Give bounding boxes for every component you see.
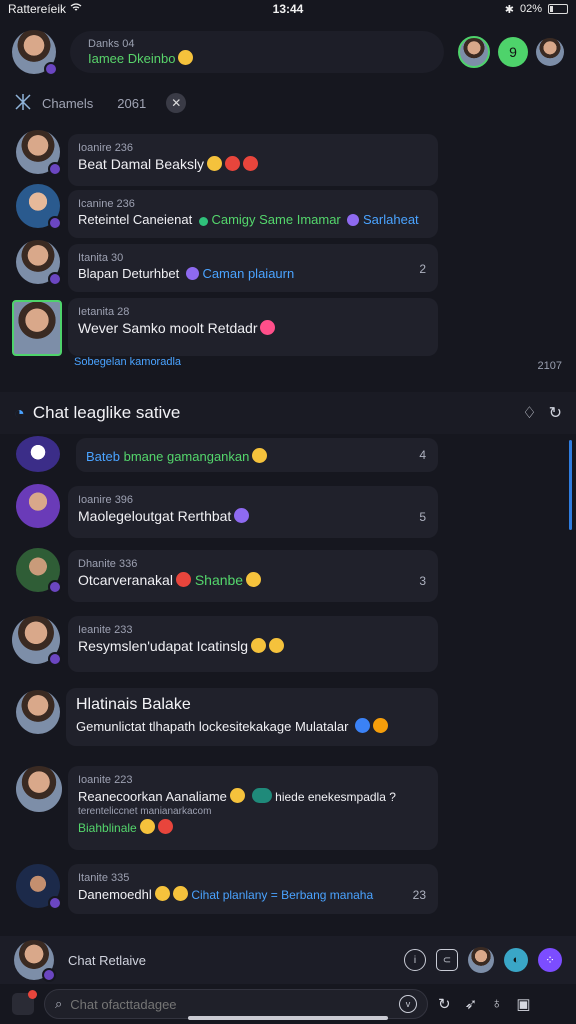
mic-icon[interactable]: ♁ [491, 995, 502, 1013]
call-icon[interactable]: ◐ [504, 948, 528, 972]
count-chip[interactable]: 9 [498, 37, 528, 67]
message-bubble[interactable]: Itanita 30 Blapan Deturhbet Caman plaiau… [68, 244, 438, 292]
avatar[interactable] [12, 30, 58, 76]
message-bubble[interactable]: Hlatinais Balake Gemunlictat tlhapath lo… [66, 688, 438, 746]
unread-count: 5 [419, 510, 426, 524]
overflow-note: Sobegelan kamoradla [74, 356, 182, 368]
channels-row: Chamels 2061 ✕ [0, 88, 576, 118]
app-icon[interactable] [12, 990, 37, 1015]
message-text: Otcarveranakal Shanbe [78, 572, 428, 588]
profile-avatar[interactable] [468, 947, 494, 973]
group-avatar[interactable] [458, 36, 490, 68]
wifi-icon [70, 2, 82, 16]
message-bubble[interactable]: Ietanita 28 Wever Samko moolt Retdadr [68, 298, 438, 356]
avatar [12, 616, 62, 666]
message-bubble[interactable]: Ioanite 223 Reanecoorkan Aanaliame hiede… [68, 766, 438, 850]
contact-status: Iamee Dkeinbo [88, 50, 426, 66]
section-title: Chat leaglike sative [32, 403, 181, 422]
pin-icon[interactable]: ♢ [522, 403, 536, 423]
message-text: Reanecoorkan Aanaliame hiede enekesmpadl… [78, 788, 396, 804]
search-icon: ⌕ [55, 996, 63, 1011]
avatar [16, 240, 62, 286]
avatar [16, 484, 60, 528]
unread-count: 2 [419, 262, 426, 276]
bottom-bar: Chat Retlaive i ⊂ ◐ ⁘ [0, 936, 576, 984]
bluetooth-icon: ✱ [504, 3, 514, 16]
message-meta: Ioanire 396 [78, 494, 134, 506]
smile-emoji-icon [178, 50, 194, 65]
close-icon[interactable]: ✕ [166, 93, 187, 113]
message-text: Blapan Deturhbet Caman plaiaurn [78, 266, 295, 281]
contact-pill[interactable]: Danks 04 Iamee Dkeinbo [70, 31, 444, 73]
channels-label: Chamels [42, 95, 94, 111]
message-meta: Ioanire 236 [78, 142, 134, 154]
message-meta: Icanine 236 [78, 198, 135, 210]
info-icon[interactable]: i [404, 949, 426, 971]
avatar [16, 548, 62, 594]
message-meta: Ieanite 233 [78, 624, 133, 636]
message-bubble[interactable]: Bateb bmane gamangankan [76, 438, 438, 472]
carrier-label: Rattereíeik [8, 2, 67, 16]
avatar [12, 300, 62, 356]
message-meta: Ietanita 28 [78, 306, 130, 318]
message-meta: terenteliccnet manianarkacom [78, 806, 212, 817]
calendar-icon[interactable]: ▣ [516, 995, 530, 1013]
bottom-label: Chat Retlaive [68, 952, 147, 968]
channels-count: 2061 [117, 95, 147, 111]
avatar [16, 766, 62, 812]
battery-percent: 02% [519, 3, 542, 15]
message-text: Wever Samko moolt Retdadr [78, 320, 428, 336]
home-indicator [188, 1016, 388, 1020]
unread-count: 23 [412, 888, 426, 902]
unread-count: 3 [419, 574, 426, 588]
channels-icon [14, 93, 32, 114]
avatar [16, 184, 62, 230]
message-meta: Itanita 30 [78, 252, 124, 264]
message-input[interactable] [70, 996, 391, 1012]
message-text: Reteintel Caneienat Camigy Same Imamar S… [78, 212, 419, 227]
message-text: Maolegeloutgat Rerthbat [78, 508, 428, 524]
message-meta: Dhanite 336 [78, 558, 138, 570]
clock: 13:44 [272, 2, 304, 16]
message-text: Danemoedhl Cihat planlany = Berbang mana… [78, 886, 374, 902]
message-meta: Ioanite 223 [78, 774, 133, 786]
status-bar: Rattereíeik 13:44 ✱ 02% [0, 0, 576, 18]
message-bubble[interactable]: Icanine 236 Reteintel Caneienat Camigy S… [68, 190, 438, 238]
voice-icon[interactable]: v [399, 995, 417, 1013]
contact-name: Danks 04 [88, 38, 135, 50]
message-bubble[interactable]: Ioanire 396 Maolegeloutgat Rerthbat [68, 486, 438, 538]
share-icon[interactable]: ↻ [438, 995, 451, 1013]
message-bubble[interactable]: Ieanite 233 Resymslen'udapat Icatinslg [68, 616, 438, 672]
message-meta: Itanite 335 [78, 872, 130, 884]
section-header: ◔ Chat leaglike sative ♢ ↻ [0, 392, 576, 434]
profile-avatar[interactable] [536, 38, 564, 66]
avatar [16, 690, 60, 734]
chat-bubble-icon: ◔ [14, 402, 25, 423]
message-bubble[interactable]: Dhanite 336 Otcarveranakal Shanbe [68, 550, 438, 602]
message-bubble[interactable]: Itanite 335 Danemoedhl Cihat planlany = … [68, 864, 438, 914]
avatar [16, 130, 62, 176]
overflow-count: 2107 [537, 360, 562, 372]
message-text: Gemunlictat tlhapath lockesitekakage Mul… [76, 718, 428, 734]
message-text: Beat Damal Beaksly [78, 156, 428, 172]
attach-icon[interactable]: ⊂ [436, 949, 458, 971]
avatar [16, 436, 60, 472]
unread-count: 4 [419, 448, 426, 462]
message-bubble[interactable]: Ioanire 236 Beat Damal Beaksly [68, 134, 438, 186]
grid-icon[interactable]: ⁘ [538, 948, 562, 972]
avatar [16, 864, 62, 910]
message-text: Biahblinale [78, 819, 428, 835]
scrollbar[interactable] [569, 440, 572, 530]
chat-header: Danks 04 Iamee Dkeinbo 9 [0, 22, 576, 82]
send-icon[interactable]: ➶ [465, 995, 478, 1013]
refresh-icon[interactable]: ↻ [549, 403, 562, 423]
message-text: Bateb bmane gamangankan [86, 448, 428, 464]
message-text: Resymslen'udapat Icatinslg [78, 638, 428, 654]
avatar[interactable] [14, 940, 56, 982]
message-input-wrapper[interactable]: ⌕ v [44, 989, 428, 1019]
message-title: Hlatinais Balake [76, 696, 191, 713]
battery-icon [548, 4, 568, 14]
